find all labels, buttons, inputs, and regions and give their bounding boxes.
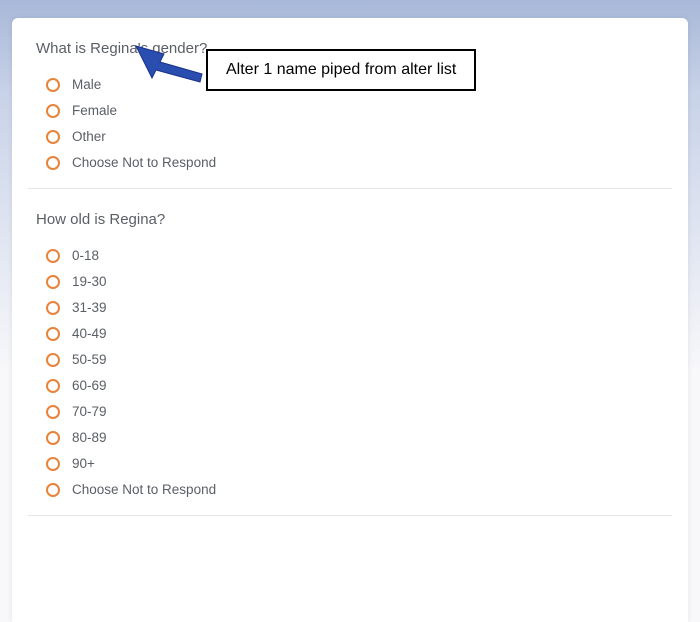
option-label: Choose Not to Respond xyxy=(72,155,216,170)
radio-icon xyxy=(46,431,60,445)
radio-icon xyxy=(46,104,60,118)
radio-icon xyxy=(46,78,60,92)
options-list: Male Female Other Choose Not to Respond xyxy=(36,77,664,170)
option-label: 40-49 xyxy=(72,326,107,341)
option-no-respond[interactable]: Choose Not to Respond xyxy=(46,155,664,170)
option-label: 60-69 xyxy=(72,378,107,393)
option-label: Choose Not to Respond xyxy=(72,482,216,497)
option-no-respond[interactable]: Choose Not to Respond xyxy=(46,482,664,497)
option-label: 70-79 xyxy=(72,404,107,419)
radio-icon xyxy=(46,353,60,367)
question-age: How old is Regina? 0-18 19-30 31-39 40-4… xyxy=(36,211,664,497)
option-label: 19-30 xyxy=(72,274,107,289)
option-label: 80-89 xyxy=(72,430,107,445)
option-31-39[interactable]: 31-39 xyxy=(46,300,664,315)
radio-icon xyxy=(46,156,60,170)
option-40-49[interactable]: 40-49 xyxy=(46,326,664,341)
question-title: How old is Regina? xyxy=(36,211,664,228)
options-list: 0-18 19-30 31-39 40-49 50-59 60-69 xyxy=(36,248,664,497)
survey-card: What is Regina's gender? Male Female Oth… xyxy=(12,18,688,622)
option-50-59[interactable]: 50-59 xyxy=(46,352,664,367)
option-other[interactable]: Other xyxy=(46,129,664,144)
option-0-18[interactable]: 0-18 xyxy=(46,248,664,263)
option-19-30[interactable]: 19-30 xyxy=(46,274,664,289)
option-label: 50-59 xyxy=(72,352,107,367)
option-label: 31-39 xyxy=(72,300,107,315)
radio-icon xyxy=(46,130,60,144)
radio-icon xyxy=(46,275,60,289)
option-label: 0-18 xyxy=(72,248,99,263)
option-female[interactable]: Female xyxy=(46,103,664,118)
option-label: Other xyxy=(72,129,106,144)
divider xyxy=(28,515,672,516)
option-70-79[interactable]: 70-79 xyxy=(46,404,664,419)
radio-icon xyxy=(46,379,60,393)
option-label: Male xyxy=(72,77,101,92)
radio-icon xyxy=(46,457,60,471)
radio-icon xyxy=(46,301,60,315)
divider xyxy=(28,188,672,189)
option-male[interactable]: Male xyxy=(46,77,664,92)
option-90-plus[interactable]: 90+ xyxy=(46,456,664,471)
question-gender: What is Regina's gender? Male Female Oth… xyxy=(36,40,664,170)
radio-icon xyxy=(46,249,60,263)
radio-icon xyxy=(46,405,60,419)
option-60-69[interactable]: 60-69 xyxy=(46,378,664,393)
option-label: 90+ xyxy=(72,456,95,471)
radio-icon xyxy=(46,327,60,341)
question-title: What is Regina's gender? xyxy=(36,40,664,57)
option-80-89[interactable]: 80-89 xyxy=(46,430,664,445)
option-label: Female xyxy=(72,103,117,118)
radio-icon xyxy=(46,483,60,497)
